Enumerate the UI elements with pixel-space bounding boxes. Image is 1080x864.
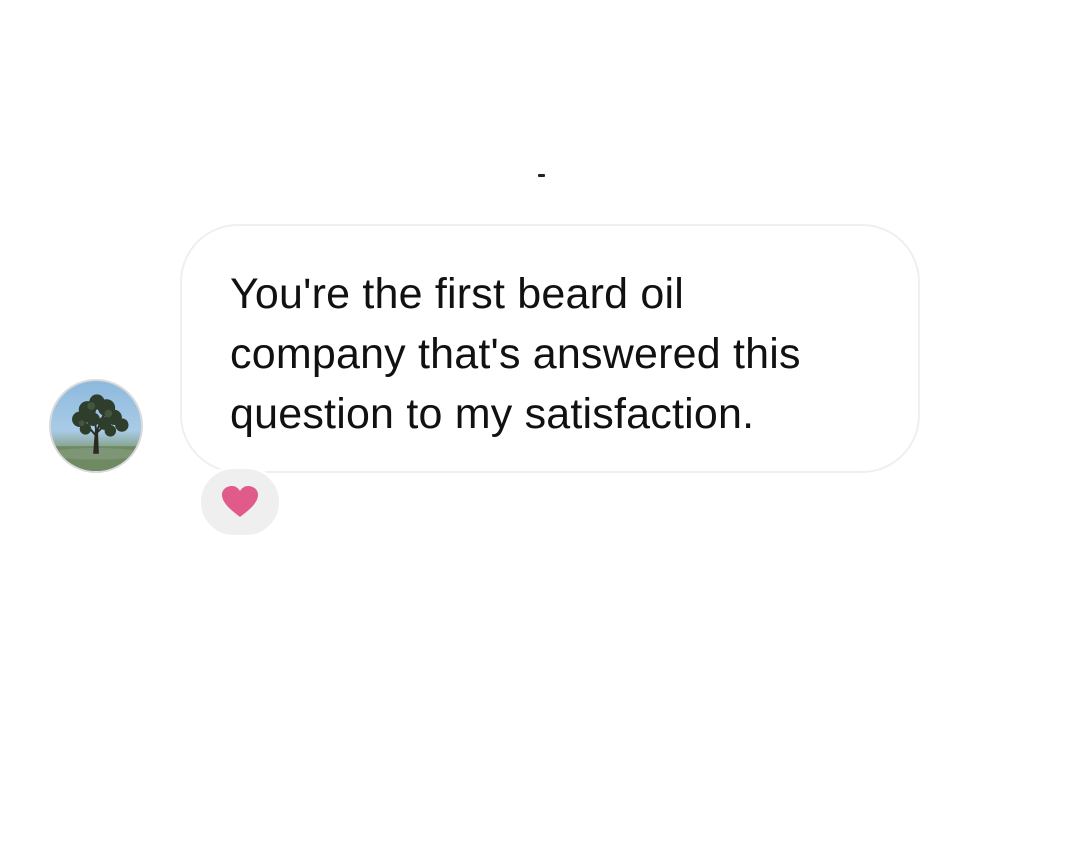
message-bubble[interactable]: You're the first beard oil company that'… [180, 224, 920, 473]
reaction-badge[interactable] [198, 466, 282, 538]
header-area [0, 0, 1080, 180]
tree-avatar-image [51, 394, 141, 471]
scroll-indicator-mark [538, 174, 545, 177]
heart-icon [222, 486, 258, 517]
message-text: You're the first beard oil company that'… [230, 270, 801, 438]
sender-avatar[interactable] [49, 379, 143, 473]
